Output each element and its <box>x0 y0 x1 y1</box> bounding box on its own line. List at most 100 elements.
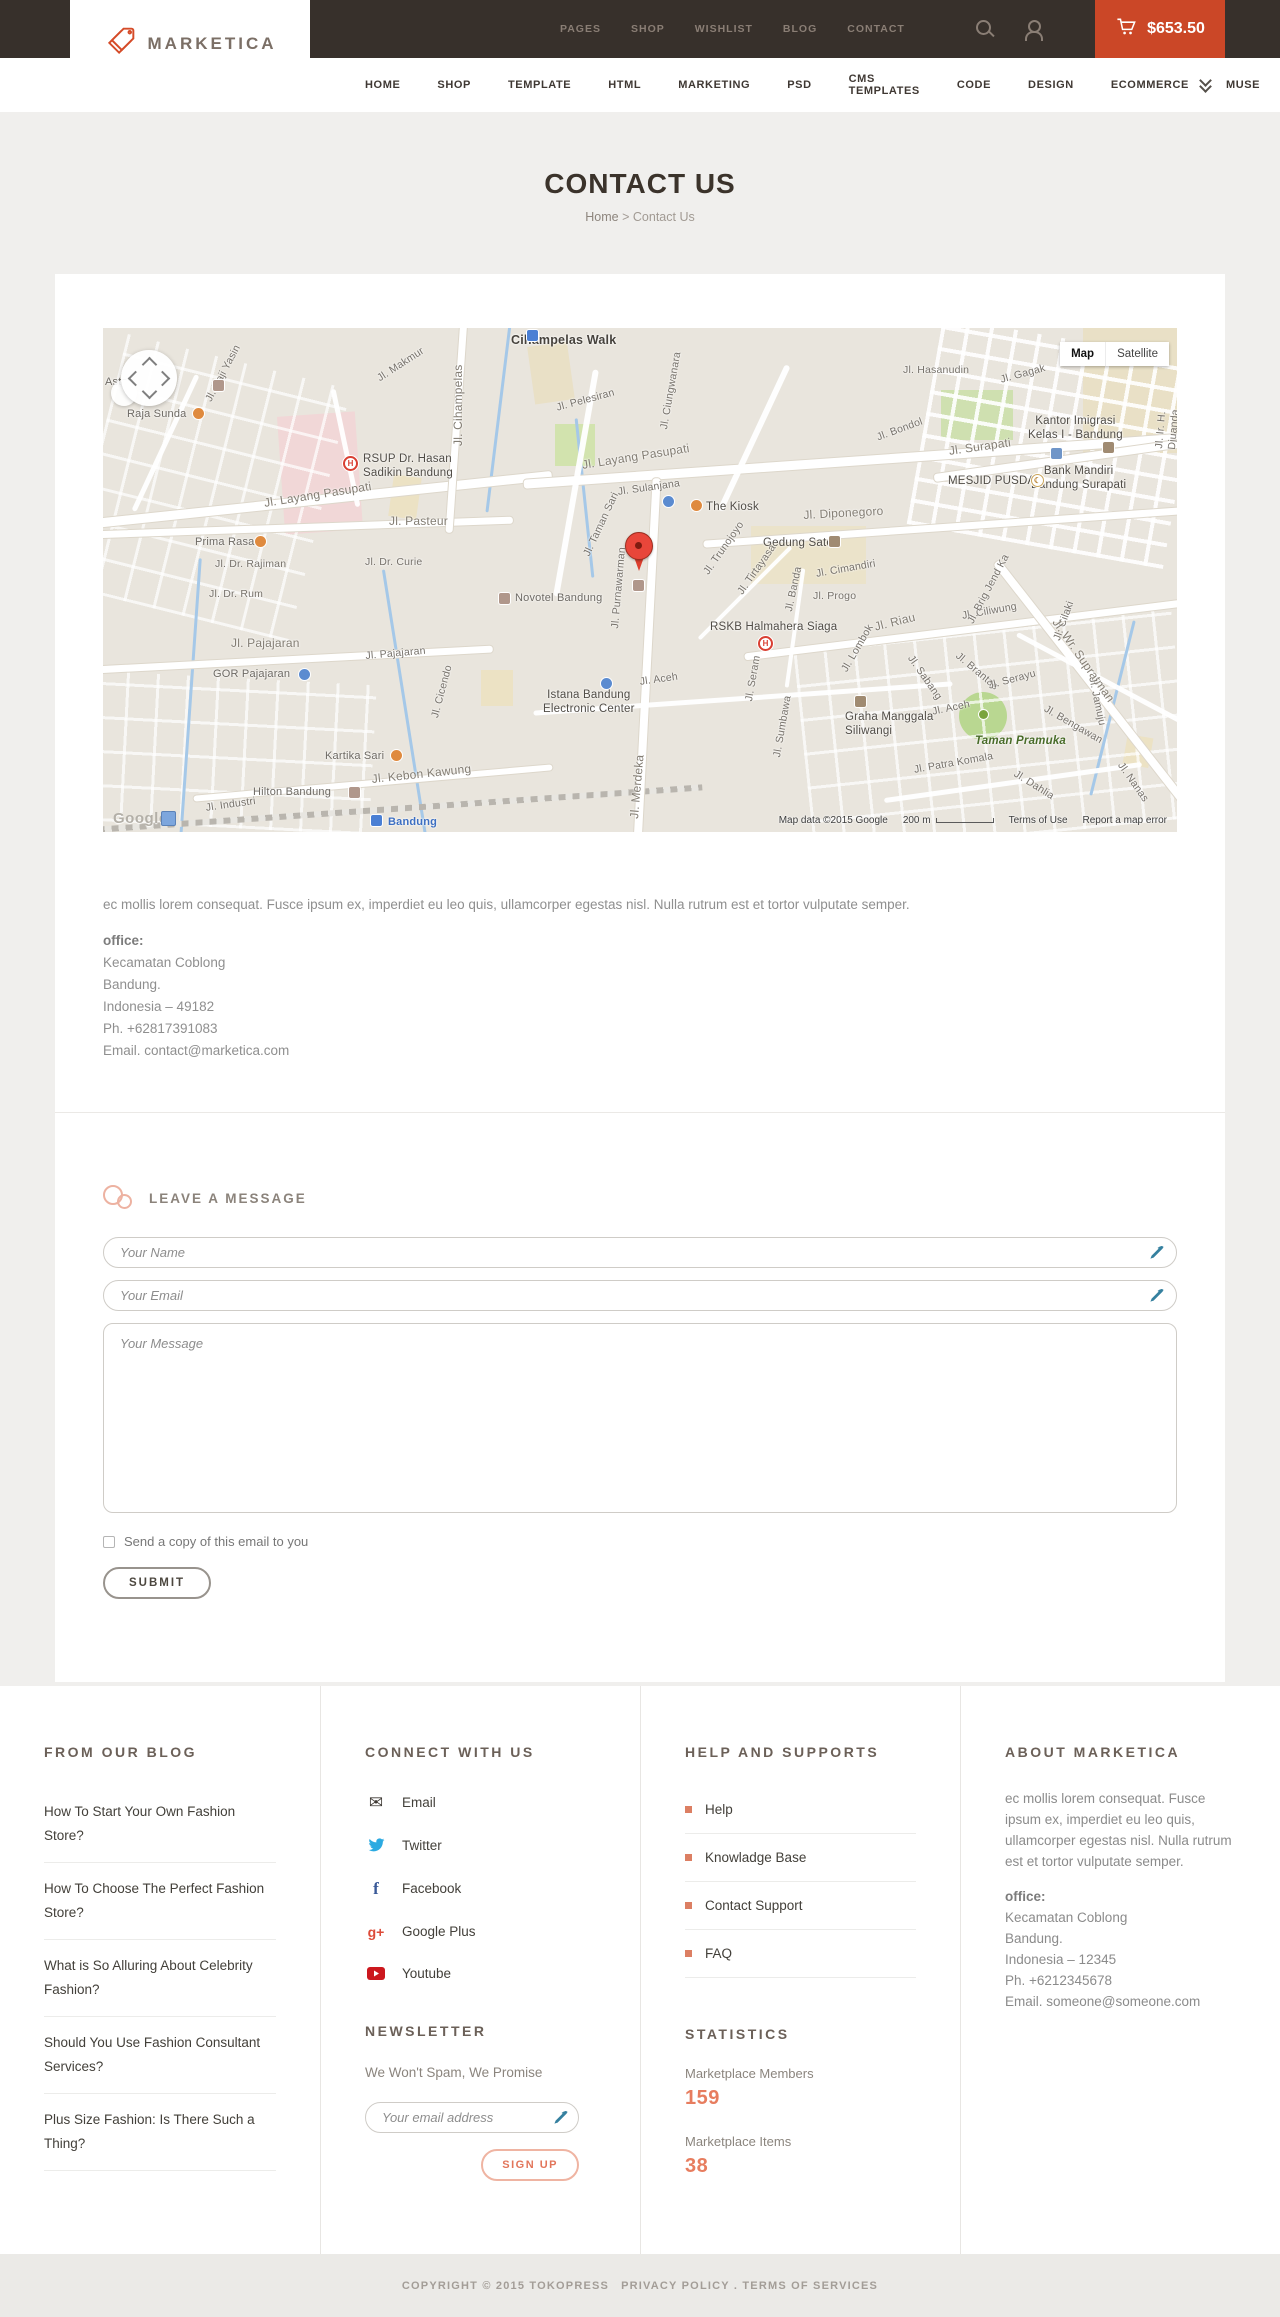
breadcrumb-current: Contact Us <box>632 210 695 224</box>
footer-connect-column: CONNECT WITH US ✉ Email Twitter f Facebo… <box>320 1686 640 2254</box>
help-link[interactable]: Knowladge Base <box>685 1834 916 1882</box>
about-office: office: Kecamatan Coblong Bandung. Indones… <box>1005 1886 1236 2012</box>
pan-right-icon[interactable] <box>154 370 171 387</box>
map-poi-icon <box>633 580 644 591</box>
map-label: Jl. Dr. Rajiman <box>215 558 287 570</box>
map-label: Jl. Hasanudin <box>903 364 970 376</box>
map-label: Jl. Makmur <box>375 344 427 385</box>
footer-legal-links[interactable]: PRIVACY POLICY . TERMS OF SERVICES <box>621 2280 878 2292</box>
breadcrumb-home-link[interactable]: Home <box>585 210 618 224</box>
email-input[interactable] <box>103 1280 1177 1311</box>
main-nav-link[interactable]: MARKETING <box>678 79 750 91</box>
google-map[interactable]: Cihampelas WalkJl. HasanudinRaja SundaAs… <box>103 328 1177 832</box>
map-label: Jl. Sumbawa <box>771 694 794 759</box>
submit-button[interactable]: SUBMIT <box>103 1567 212 1599</box>
blog-post-link[interactable]: Plus Size Fashion: Is There Such a Thing… <box>44 2094 276 2171</box>
top-nav-link[interactable]: SHOP <box>631 23 665 35</box>
pan-down-icon[interactable] <box>141 383 158 400</box>
report-map-error-link[interactable]: Report a map error <box>1083 815 1167 826</box>
top-header-bar: MARKETICA PAGES SHOP WISHLIST BLOG CONTACT $… <box>0 0 1280 88</box>
blog-post-link[interactable]: How To Choose The Perfect Fashion Store? <box>44 1863 276 1940</box>
cart-icon <box>1115 15 1138 43</box>
map-wrapper: Cihampelas WalkJl. HasanudinRaja SundaAs… <box>55 274 1225 832</box>
office-lines: Kecamatan Coblong Bandung. Indonesia – 491… <box>103 952 1177 1062</box>
main-nav-link[interactable]: SHOP <box>437 79 471 91</box>
top-nav: PAGES SHOP WISHLIST BLOG CONTACT <box>560 0 905 58</box>
blog-list: How To Start Your Own Fashion Store? How … <box>44 1792 276 2171</box>
satellite-button[interactable]: Satellite <box>1105 342 1169 366</box>
top-nav-link[interactable]: PAGES <box>560 23 601 35</box>
help-link[interactable]: FAQ <box>685 1930 916 1978</box>
map-label: GOR Pajajaran <box>213 668 291 680</box>
send-copy-label: Send a copy of this email to you <box>124 1534 309 1549</box>
send-copy-checkbox[interactable] <box>103 1535 115 1548</box>
name-input[interactable] <box>103 1237 1177 1268</box>
footer-about-column: ABOUT MARKETICA ec mollis lorem consequa… <box>960 1686 1280 2254</box>
terms-of-use-link[interactable]: Terms of Use <box>1009 815 1068 826</box>
map-button[interactable]: Map <box>1060 342 1106 366</box>
map-scale: 200 m <box>903 815 994 826</box>
square-bullet-icon <box>685 1806 692 1813</box>
area-shape <box>388 474 422 520</box>
social-link[interactable]: Twitter <box>365 1838 596 1853</box>
pegman-control-icon[interactable] <box>161 811 176 826</box>
contact-info: ec mollis lorem consequat. Fusce ipsum e… <box>55 832 1225 1112</box>
connect-heading: CONNECT WITH US <box>365 1744 535 1760</box>
main-nav-link[interactable]: HOME <box>365 79 400 91</box>
office-line: Email. contact@marketica.com <box>103 1043 290 1058</box>
map-label: Prima Rasa <box>195 536 255 548</box>
search-icon[interactable] <box>975 19 995 39</box>
main-nav-link[interactable]: TEMPLATE <box>508 79 571 91</box>
main-nav-link[interactable]: ECOMMERCE <box>1111 79 1189 91</box>
pen-icon <box>1149 1245 1164 1265</box>
social-link[interactable]: Youtube <box>365 1966 596 1981</box>
office-line: Kecamatan Coblong <box>1005 1910 1128 1925</box>
newsletter-field-wrap <box>365 2102 579 2133</box>
top-nav-link[interactable]: CONTACT <box>847 23 905 35</box>
chevron-down-icon[interactable] <box>1198 74 1212 93</box>
social-link[interactable]: g+ Google Plus <box>365 1924 596 1939</box>
pen-icon <box>1149 1288 1164 1308</box>
logo[interactable]: MARKETICA <box>70 0 310 88</box>
map-poi-icon <box>1103 442 1114 453</box>
main-nav-link[interactable]: CMS TEMPLATES <box>849 73 920 97</box>
map-marker-pin[interactable] <box>625 532 653 576</box>
help-link[interactable]: Contact Support <box>685 1882 916 1930</box>
map-poi-icon <box>349 787 360 798</box>
map-poi-icon <box>299 669 310 680</box>
map-label: Jl. Cihampelas <box>451 364 465 447</box>
blog-post-link[interactable]: Should You Use Fashion Consultant Servic… <box>44 2017 276 2094</box>
stat-label: Marketplace Members <box>685 2066 814 2081</box>
help-link[interactable]: Help <box>685 1786 916 1834</box>
newsletter-heading: NEWSLETTER <box>365 2023 487 2039</box>
cart-button[interactable]: $653.50 <box>1095 0 1225 58</box>
blog-post-link[interactable]: How To Start Your Own Fashion Store? <box>44 1792 276 1863</box>
map-pan-control[interactable] <box>121 350 177 406</box>
pan-left-icon[interactable] <box>127 370 144 387</box>
main-nav-link[interactable]: HTML <box>608 79 641 91</box>
top-nav-link[interactable]: BLOG <box>783 23 817 35</box>
newsletter-email-input[interactable] <box>365 2102 579 2133</box>
leave-message-section: LEAVE A MESSAGE Send a copy of this emai… <box>55 1112 1225 1682</box>
main-nav-link[interactable]: MUSE <box>1226 79 1260 91</box>
breadcrumb: Home > Contact Us <box>0 210 1280 224</box>
pan-up-icon[interactable] <box>141 356 158 373</box>
user-account-icon[interactable] <box>1023 19 1043 41</box>
map-poi-icon <box>601 678 612 689</box>
map-poi-icon: H <box>343 456 358 471</box>
top-nav-link[interactable]: WISHLIST <box>695 23 753 35</box>
signup-button[interactable]: SIGN UP <box>481 2149 579 2181</box>
blog-post-link[interactable]: What is So Alluring About Celebrity Fash… <box>44 1940 276 2017</box>
map-label: Jl. Trunojoyo <box>701 519 747 577</box>
map-data-credit: Map data ©2015 Google <box>778 815 888 826</box>
main-nav-link[interactable]: CODE <box>957 79 991 91</box>
social-link[interactable]: f Facebook <box>365 1880 596 1897</box>
message-textarea[interactable] <box>103 1323 1177 1513</box>
social-link[interactable]: ✉ Email <box>365 1794 596 1811</box>
main-nav-link[interactable]: DESIGN <box>1028 79 1074 91</box>
email-icon: ✉ <box>368 1793 384 1812</box>
office-line: Bandung. <box>103 977 161 992</box>
office-line: Indonesia – 12345 <box>1005 1952 1117 1967</box>
main-nav-link[interactable]: PSD <box>787 79 811 91</box>
main-nav-items: HOME SHOP TEMPLATE HTML MARKETING PSD CMS TEMP… <box>365 73 1280 97</box>
